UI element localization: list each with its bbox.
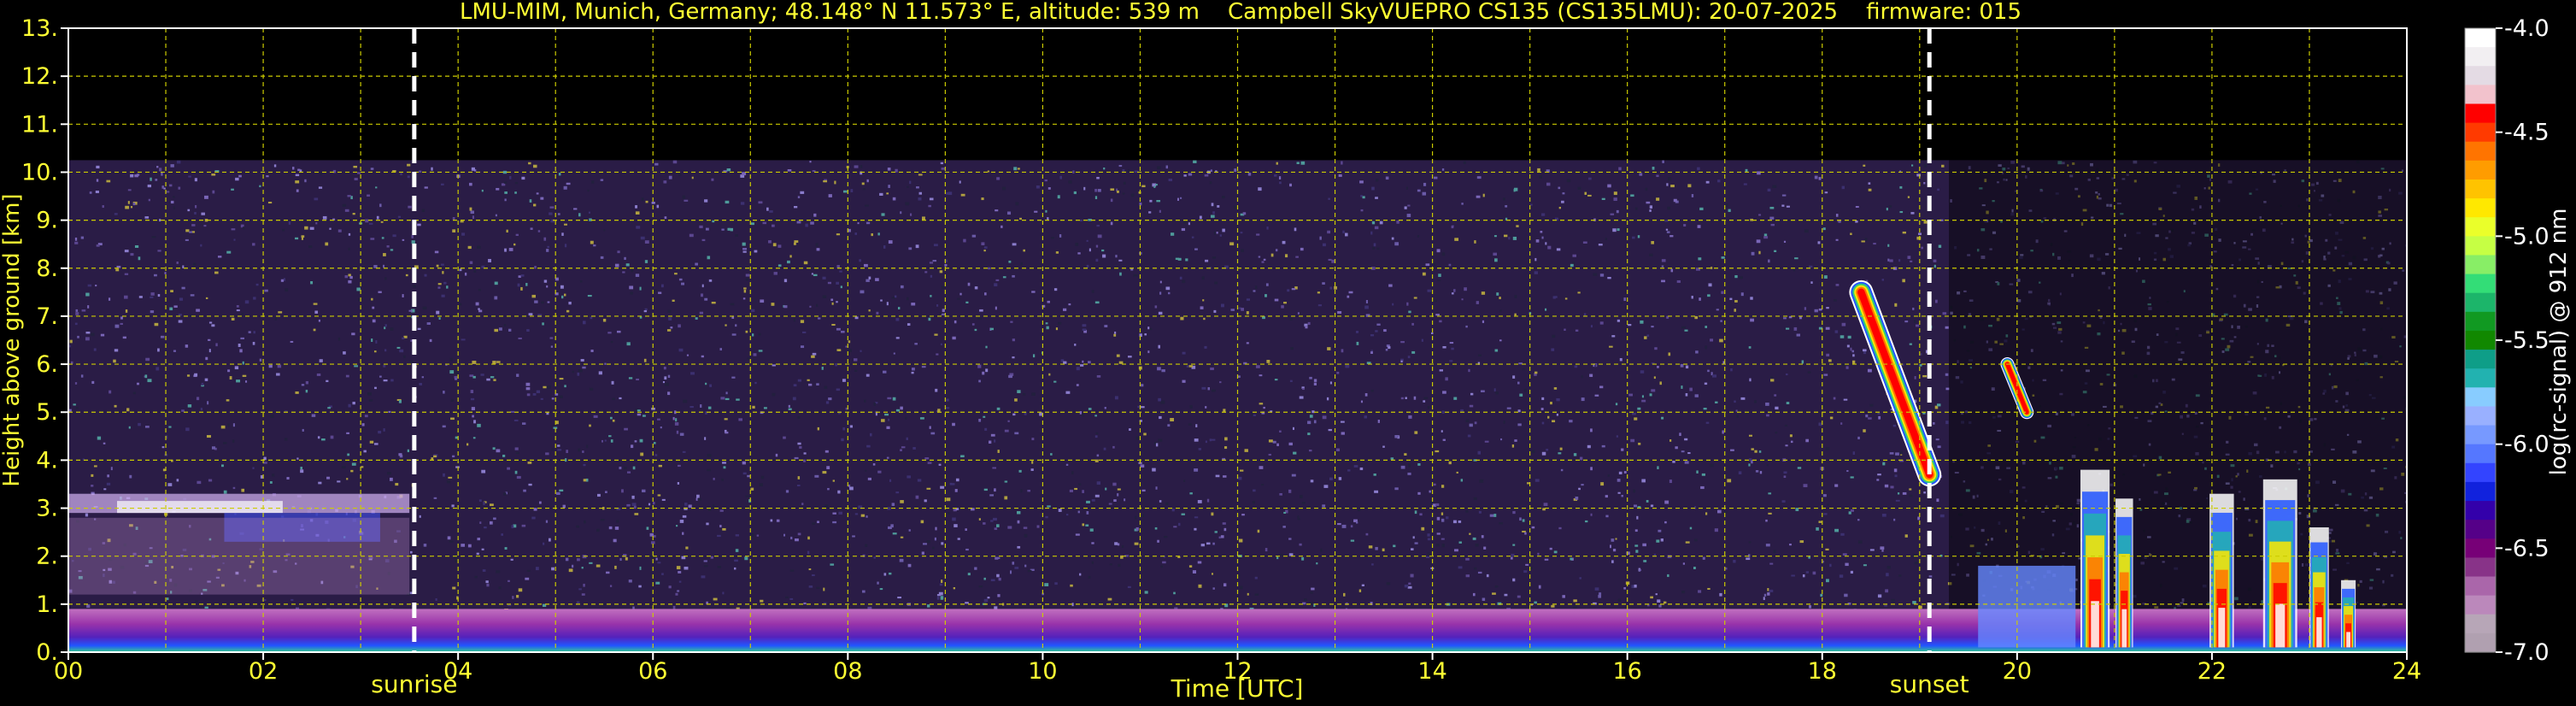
colorbar-segment — [2465, 595, 2496, 615]
x-tick-label: 10 — [1028, 658, 1057, 685]
chart-title: LMU-MIM, Munich, Germany; 48.148° N 11.5… — [460, 0, 2021, 25]
y-tick-label: 8. — [36, 256, 58, 282]
y-tick-label: 6. — [36, 351, 58, 378]
x-tick-label: 02 — [249, 658, 278, 685]
colorbar-segment — [2465, 47, 2496, 67]
backscatter-heatmap — [68, 160, 2407, 652]
y-tick-label: 4. — [36, 447, 58, 474]
x-tick-label: 14 — [1417, 658, 1446, 685]
colorbar-segment — [2465, 538, 2496, 558]
x-tick-label: 08 — [833, 658, 862, 685]
x-tick-label: 06 — [638, 658, 667, 685]
sun-marker-label: sunset — [1890, 670, 1969, 698]
x-tick-label: 16 — [1612, 658, 1641, 685]
colorbar-tick-label: -5.5 — [2504, 327, 2550, 354]
y-tick-label: 1. — [36, 591, 58, 618]
colorbar-segment — [2465, 103, 2496, 124]
y-tick-label: 3. — [36, 496, 58, 522]
y-tick-label: 7. — [36, 303, 58, 330]
colorbar-tick-label: -7.0 — [2504, 639, 2550, 666]
x-tick-label: 24 — [2392, 658, 2421, 685]
colorbar-segment — [2465, 406, 2496, 427]
x-axis-label: Time [UTC] — [1171, 674, 1304, 703]
colorbar-segment — [2465, 520, 2496, 539]
colorbar-tick-label: -4.5 — [2504, 120, 2550, 146]
y-tick-label: 11. — [21, 111, 58, 138]
x-tick-label: 18 — [1808, 658, 1837, 685]
colorbar-segment — [2465, 160, 2496, 180]
colorbar-segment — [2465, 179, 2496, 199]
y-tick-label: 2. — [36, 544, 58, 570]
colorbar-segment — [2465, 350, 2496, 369]
colorbar-segment — [2465, 425, 2496, 445]
colorbar-segment — [2465, 330, 2496, 350]
colorbar-segment — [2465, 632, 2496, 653]
ceilometer-chart: LMU-MIM, Munich, Germany; 48.148° N 11.5… — [0, 0, 2576, 706]
colorbar-segment — [2465, 236, 2496, 256]
colorbar-segment — [2465, 387, 2496, 408]
y-tick-label: 9. — [36, 208, 58, 234]
colorbar-segment — [2465, 274, 2496, 294]
colorbar-segment — [2465, 614, 2496, 634]
y-tick-label: 10. — [21, 159, 58, 185]
colorbar-tick-label: -5.0 — [2504, 223, 2550, 250]
colorbar-segment — [2465, 122, 2496, 143]
colorbar-segment — [2465, 444, 2496, 464]
colorbar-segment — [2465, 481, 2496, 502]
colorbar-segment — [2465, 292, 2496, 313]
colorbar-tick-label: -6.0 — [2504, 432, 2550, 458]
colorbar-tick-label: -4.0 — [2504, 15, 2550, 42]
colorbar-segment — [2465, 557, 2496, 578]
colorbar-segment — [2465, 462, 2496, 483]
x-tick-label: 00 — [54, 658, 83, 685]
colorbar-segment — [2465, 28, 2496, 48]
colorbar-segment — [2465, 576, 2496, 597]
colorbar-segment — [2465, 255, 2496, 275]
colorbar-segment — [2465, 66, 2496, 85]
colorbar-segment — [2465, 217, 2496, 237]
colorbar-segment — [2465, 198, 2496, 218]
colorbar-label: log(rc-signal) @ 912 nm — [2546, 209, 2572, 476]
colorbar-segment — [2465, 85, 2496, 105]
colorbar-segment — [2465, 501, 2496, 521]
y-tick-label: 13. — [21, 15, 58, 42]
colorbar-segment — [2465, 311, 2496, 332]
y-tick-label: 5. — [36, 399, 58, 426]
colorbar-segment — [2465, 368, 2496, 388]
y-tick-label: 12. — [21, 63, 58, 90]
colorbar-segment — [2465, 141, 2496, 162]
y-axis-label: Height above ground [km] — [0, 193, 25, 486]
x-tick-label: 22 — [2198, 658, 2227, 685]
x-tick-label: 20 — [2003, 658, 2032, 685]
colorbar-tick-label: -6.5 — [2504, 535, 2550, 562]
x-tick-label: 04 — [443, 658, 472, 685]
